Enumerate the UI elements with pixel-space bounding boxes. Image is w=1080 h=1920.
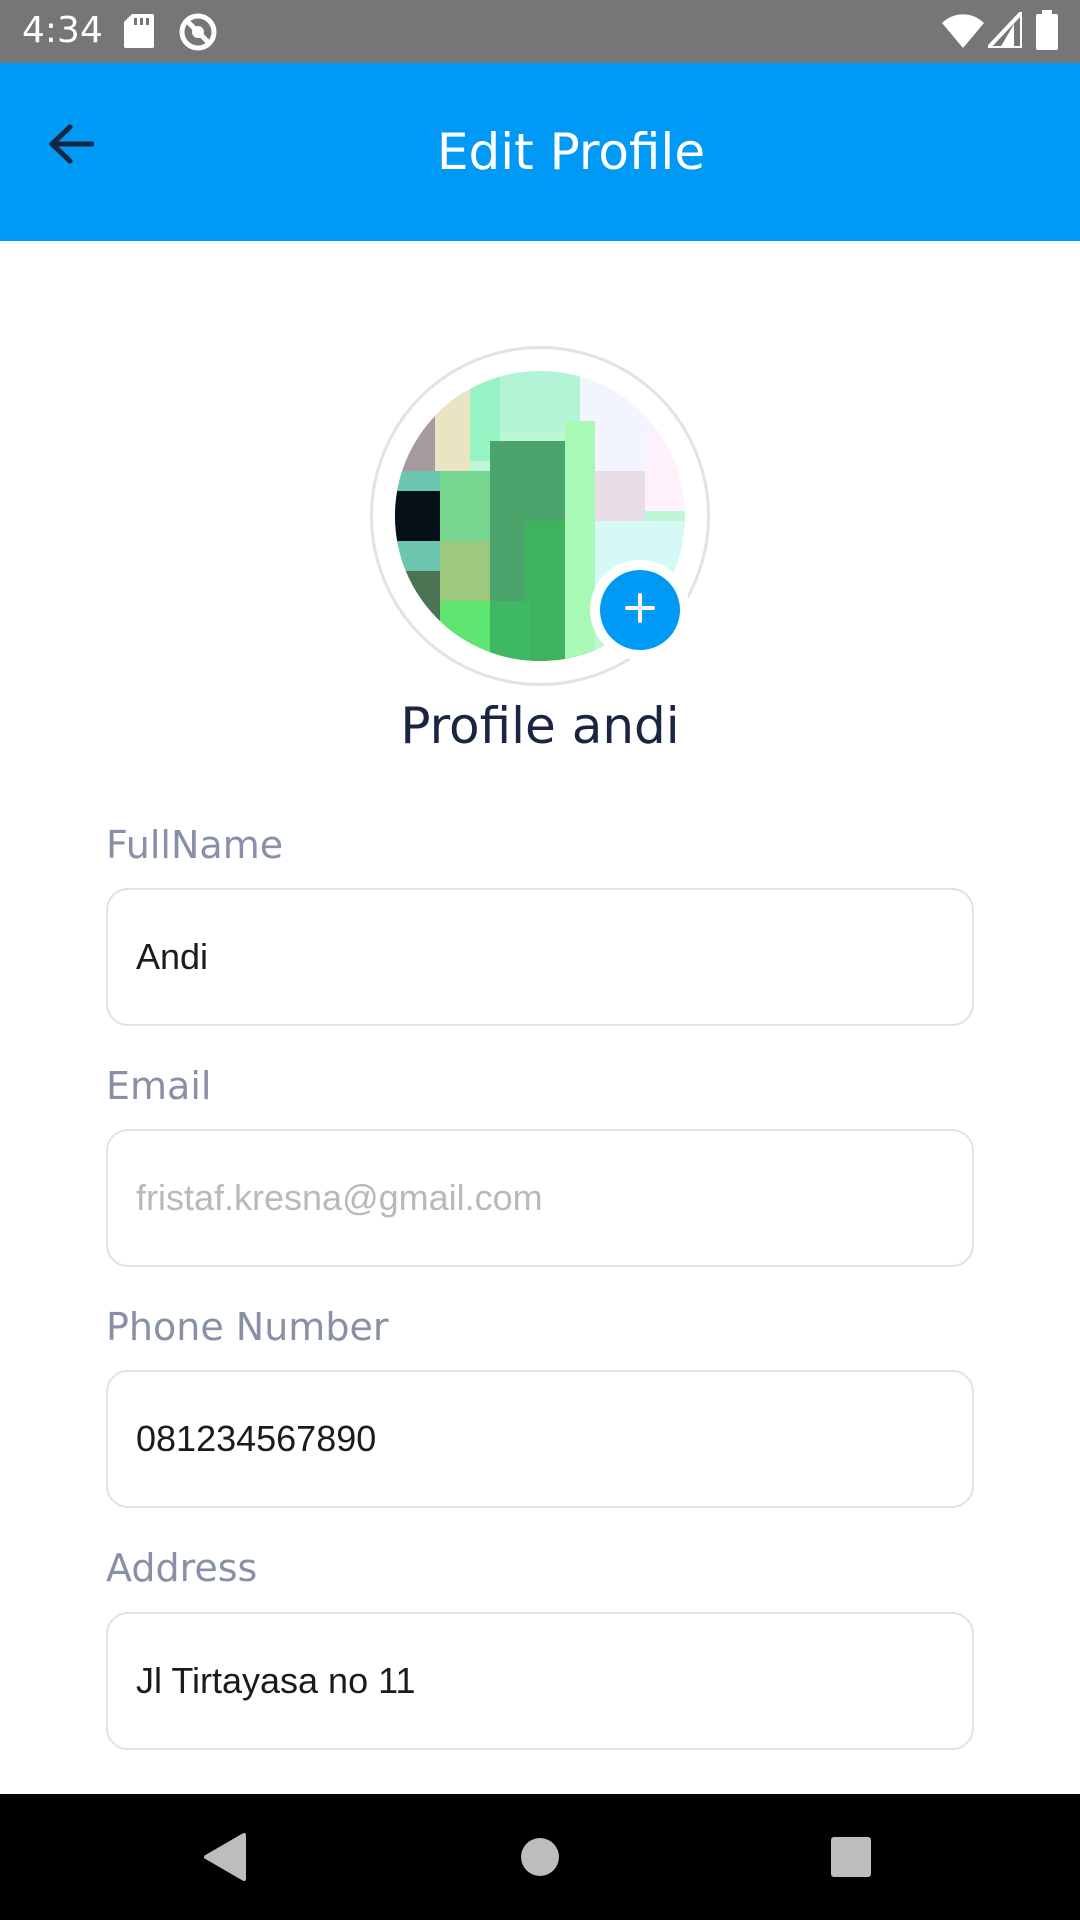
sync-disabled-icon [178, 12, 218, 57]
nav-back-button[interactable] [190, 1824, 260, 1894]
recents-square-icon [831, 1836, 871, 1882]
back-triangle-icon [202, 1832, 248, 1886]
home-circle-icon [520, 1837, 560, 1882]
nav-recents-button[interactable] [816, 1824, 886, 1894]
plus-icon [624, 592, 656, 629]
battery-icon [1036, 10, 1058, 55]
page-title: Edit Profile [436, 123, 706, 181]
status-time: 4:34 [22, 10, 103, 51]
cellular-signal-icon [983, 6, 1024, 53]
address-label: Address [106, 1546, 258, 1590]
email-input[interactable] [136, 1131, 946, 1265]
wifi-icon [942, 14, 984, 53]
email-field[interactable] [106, 1129, 974, 1267]
app-bar: Edit Profile [0, 63, 1080, 241]
fullname-label: FullName [106, 823, 284, 867]
phone-input[interactable] [136, 1372, 946, 1506]
sd-card-icon [124, 14, 154, 53]
fullname-input[interactable] [136, 890, 946, 1024]
navigation-bar [0, 1794, 1080, 1920]
phone-field[interactable] [106, 1370, 974, 1508]
address-input[interactable] [136, 1614, 946, 1748]
nav-home-button[interactable] [505, 1824, 575, 1894]
address-field[interactable] [106, 1612, 974, 1750]
status-bar: 4:34 [0, 0, 1080, 63]
phone-label: Phone Number [106, 1305, 389, 1349]
add-photo-circle [600, 570, 680, 650]
add-photo-button[interactable] [590, 560, 690, 660]
email-label: Email [106, 1064, 212, 1108]
profile-name: Profile andi [400, 697, 680, 755]
fullname-field[interactable] [106, 888, 974, 1026]
